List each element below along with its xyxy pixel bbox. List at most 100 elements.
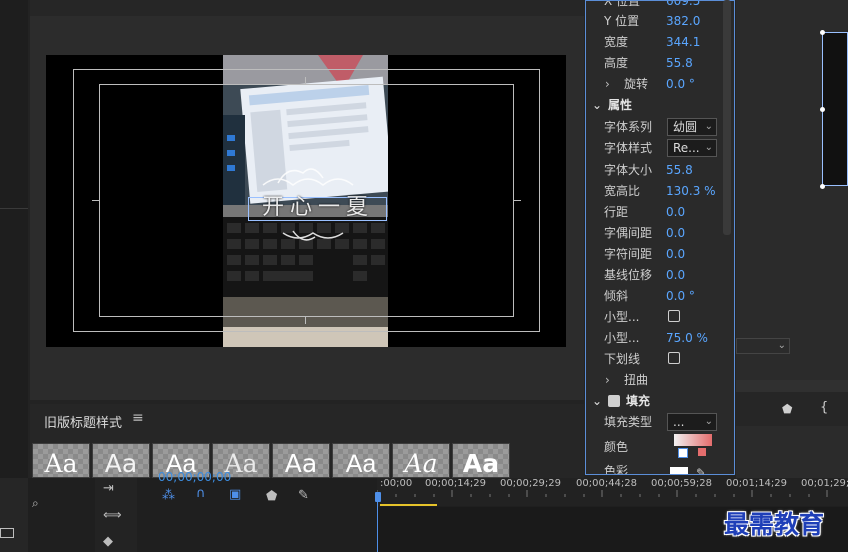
title-text-overlay[interactable]: 开心一夏 [250,193,386,223]
prop-color: 颜色 [586,434,726,458]
prop-value[interactable]: 0.0 [666,244,685,264]
left-panel-strip [0,0,28,478]
prop-distort[interactable]: › 扭曲 [586,370,726,390]
prop-label: 行距 [604,205,629,219]
chevron-down-icon: ⌄ [704,142,713,153]
ruler-label: 00;00;14;29 [425,478,487,489]
underline-checkbox[interactable] [668,352,680,364]
prop-label: 宽度 [604,35,629,49]
wrench-icon[interactable]: ✎ [298,488,309,503]
chevron-right-icon[interactable]: › [605,370,610,390]
panel-menu-icon[interactable]: ≡ [132,410,144,426]
prop-label: 字体系列 [604,120,653,134]
style-swatch[interactable]: Aa [452,443,510,478]
prop-slant: 倾斜 0.0 ° [586,286,726,306]
dropdown-value: 幼圆 [673,120,698,134]
font-family-dropdown[interactable]: 幼圆 ⌄ [667,118,717,136]
prop-value[interactable]: 0.0 [666,265,685,285]
ripple-edit-icon[interactable]: ⟺ [103,508,122,523]
marker-icon[interactable]: ⬟ [782,402,792,416]
prop-value[interactable]: 0.0 [666,223,685,243]
color-stop-left[interactable] [678,448,688,458]
prop-label: 基线位移 [604,268,653,282]
transform-handle[interactable] [820,30,825,35]
style-swatch[interactable]: Aa [92,443,150,478]
chevron-down-icon: ⌄ [704,121,713,132]
color-stop-right[interactable] [698,448,706,456]
razor-icon[interactable]: ◆ [103,534,113,549]
chevron-down-icon[interactable]: ⌄ [592,391,602,411]
transform-handle[interactable] [820,184,825,189]
eyedropper-icon[interactable]: ✎ [696,463,706,474]
style-swatch[interactable]: Aa [332,443,390,478]
fill-type-dropdown[interactable]: ... ⌄ [667,413,717,431]
ruler-ticks [377,490,828,497]
prop-aspect: 宽高比 130.3 % [586,181,726,201]
prop-label: 扭曲 [624,373,649,387]
nest-icon[interactable]: ⁂ [162,488,175,503]
right-toolbar: ⬟ { [736,392,848,426]
ruler-label: 00;00;29;29 [500,478,562,489]
right-preview-clip[interactable] [820,30,848,189]
ruler-label: 00;01;29;2 [801,478,848,489]
fill-checkbox[interactable] [608,395,620,407]
right-dropdown[interactable]: ⌄ [736,338,790,354]
section-attributes[interactable]: ⌄ 属性 [586,95,726,115]
center-tick-top [305,77,306,84]
font-style-dropdown[interactable]: Re... ⌄ [667,139,717,157]
center-tick-bottom [305,317,306,324]
prop-label: 颜色 [604,440,629,454]
properties-scrollbar[interactable] [723,0,731,235]
prop-tracking: 字符间距 0.0 [586,244,726,264]
prop-value[interactable]: 130.3 % [666,181,716,201]
prop-baseline-shift: 基线位移 0.0 [586,265,726,285]
dropdown-value: Re... [673,141,700,155]
dropdown-value: ... [673,415,685,429]
gradient-color-bar[interactable] [674,434,712,446]
color-swatch[interactable] [670,467,688,474]
right-scrollbar[interactable] [736,380,848,392]
prop-value[interactable]: 55.8 [666,53,693,73]
track-select-icon[interactable]: ⇥ [103,481,114,496]
style-swatch[interactable]: Aa [392,443,450,478]
prop-label: 填充类型 [604,415,653,429]
tools-panel: ⇥ ⟺ ◆ [95,478,137,552]
chevron-down-icon: ⌄ [704,416,713,427]
track-target-icon[interactable] [0,528,14,538]
mark-in-icon[interactable]: { [820,400,828,415]
prop-label: 高度 [604,56,629,70]
prop-value[interactable]: 55.8 [666,160,693,180]
prop-underline: 下划线 [586,349,726,369]
chevron-right-icon[interactable]: › [605,74,610,94]
style-swatch[interactable]: Aa [32,443,90,478]
linked-selection-icon[interactable]: ▣ [229,487,241,502]
add-marker-icon[interactable]: ⬟ [266,489,277,504]
style-swatch[interactable]: Aa [272,443,330,478]
prop-fill-type: 填充类型 ... ⌄ [586,412,726,432]
transform-handle[interactable] [820,107,825,112]
prop-rotation[interactable]: › 旋转 0.0 ° [586,74,726,94]
timeline-timecode[interactable]: 00;00;00;00 [158,470,231,484]
prop-value[interactable]: 0.0 ° [666,286,695,306]
prop-font-style: 字体样式 Re... ⌄ [586,138,726,158]
prop-font-size: 字体大小 55.8 [586,160,726,180]
search-bin-icon[interactable]: ⌕ [32,496,39,511]
style-swatch-list: Aa Aa Aa Aa Aa Aa Aa Aa [32,443,512,478]
section-header: 属性 [608,98,633,112]
prop-label: 旋转 [624,77,649,91]
playhead-line [377,497,378,552]
snap-icon[interactable]: ∩ [196,486,206,501]
prop-label: 字体大小 [604,163,653,177]
ruler-label: :00;00 [380,478,413,489]
prop-value[interactable]: 609.5 [666,1,700,11]
prop-value[interactable]: 344.1 [666,32,700,52]
prop-value[interactable]: 382.0 [666,11,700,31]
small-caps-checkbox[interactable] [668,310,680,322]
playhead-handle[interactable] [375,492,381,502]
prop-value[interactable]: 0.0 ° [666,74,695,94]
work-area-bar[interactable] [380,504,437,506]
section-fill[interactable]: ⌄ 填充 [586,391,726,411]
chevron-down-icon[interactable]: ⌄ [592,95,602,115]
prop-value[interactable]: 75.0 % [666,328,708,348]
prop-value[interactable]: 0.0 [666,202,685,222]
